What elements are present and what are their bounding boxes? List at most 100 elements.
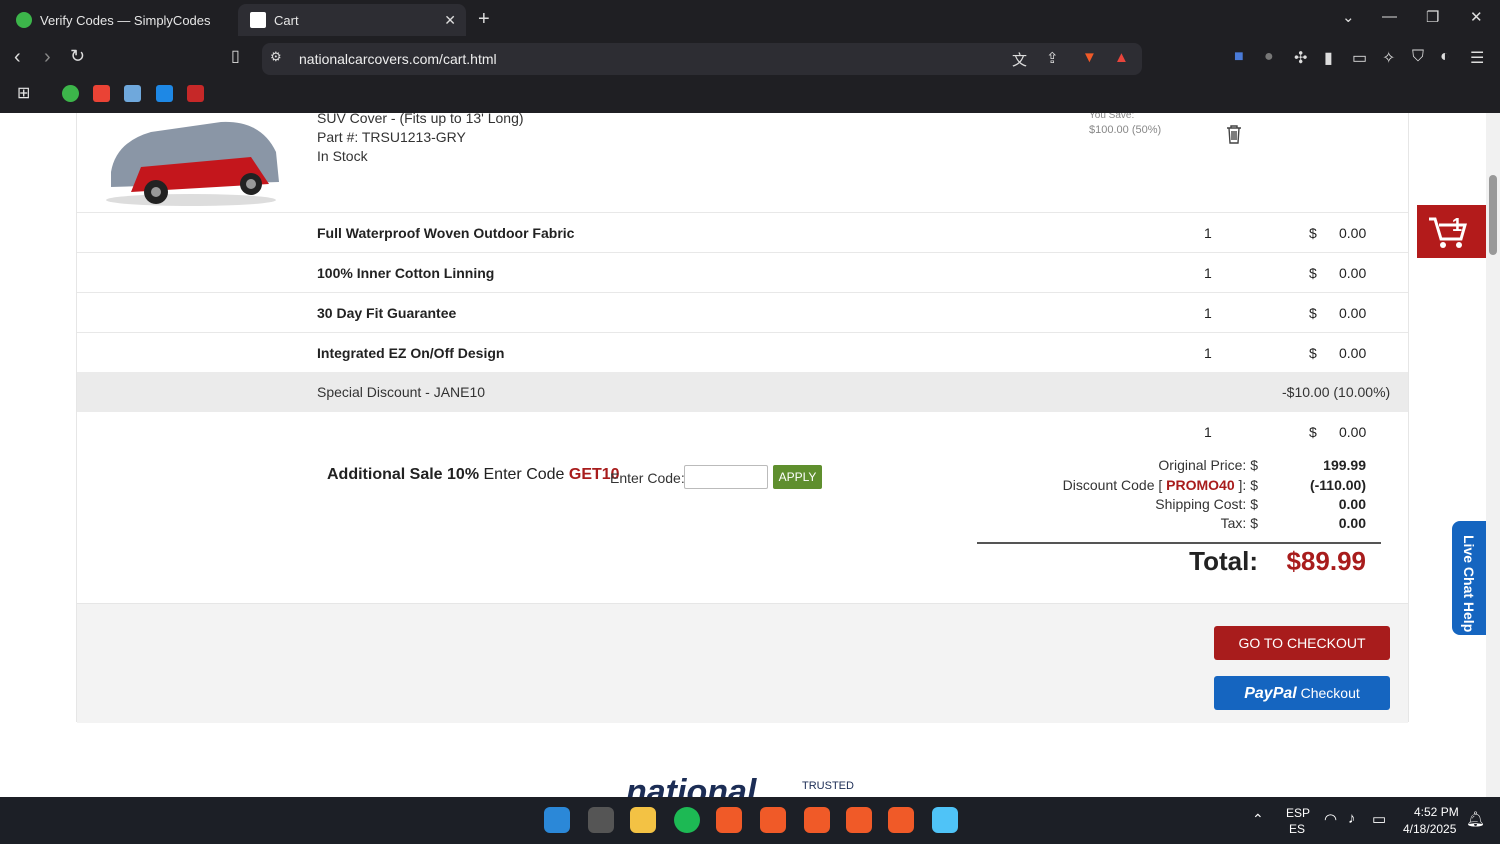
paypal-checkout-button[interactable]: PayPal Checkout <box>1214 676 1390 710</box>
shipping-value: 0.00 <box>1338 496 1366 512</box>
apps-grid-icon[interactable]: ⊞ <box>17 83 30 103</box>
task-view-icon[interactable] <box>588 807 614 833</box>
car-cover-product-image <box>106 121 279 206</box>
feature-row: Full Waterproof Woven Outdoor Fabric 1 $… <box>77 212 1408 252</box>
brave-profile-icon[interactable] <box>888 807 914 833</box>
feature-qty: 1 <box>1204 265 1212 281</box>
wallet-icon[interactable]: ▭ <box>1352 48 1367 68</box>
input-language-2[interactable]: ES <box>1289 822 1305 836</box>
you-save-value: $100.00 (50%) <box>1089 124 1162 136</box>
discount-pre: Discount Code [ <box>1062 477 1163 493</box>
notepad-icon[interactable] <box>932 807 958 833</box>
discount-code: PROMO40 <box>1166 477 1235 493</box>
promo-mid: Enter Code <box>483 466 565 483</box>
address-bar[interactable]: ⚙ nationalcarcovers.com/cart.html 文 ⇪ ▼ … <box>262 43 1142 75</box>
floating-cart-button[interactable]: 1 <box>1417 205 1486 258</box>
start-icon[interactable] <box>544 807 570 833</box>
total-value: $89.99 <box>1286 546 1366 576</box>
feature-currency: $ <box>1309 225 1317 241</box>
site-info-icon[interactable]: ⚙ <box>270 49 282 65</box>
apply-button[interactable]: APPLY <box>773 465 822 489</box>
stock-status: In Stock <box>317 148 368 164</box>
restore-icon[interactable]: ❐ <box>1426 8 1439 26</box>
page-content: SUV Cover - (Fits up to 13' Long) Part #… <box>0 113 1486 797</box>
volume-icon[interactable]: ♪ <box>1348 810 1356 827</box>
bookmark-simplycodes-icon[interactable] <box>62 85 79 102</box>
close-tab-icon[interactable]: ✕ <box>444 12 456 29</box>
footer-logo-trusted: TRUSTED <box>802 780 854 792</box>
feature-price: 0.00 <box>1339 305 1367 321</box>
feature-price: 0.00 <box>1339 265 1367 281</box>
minimize-icon[interactable]: — <box>1382 8 1397 25</box>
translate-icon[interactable]: 文 <box>1012 49 1027 70</box>
enter-code-label: Enter Code: <box>610 470 685 486</box>
clock-time[interactable]: 4:52 PM <box>1414 805 1459 819</box>
clock-date[interactable]: 4/18/2025 <box>1403 822 1456 836</box>
item-qty: 1 <box>1204 424 1212 440</box>
go-to-checkout-button[interactable]: GO TO CHECKOUT <box>1214 626 1390 660</box>
bookmark-r-icon[interactable] <box>187 85 204 102</box>
menu-icon[interactable]: ☰ <box>1470 48 1484 68</box>
original-price-label: Original Price: $ <box>1158 457 1258 473</box>
battery-icon[interactable]: ▭ <box>1372 810 1386 828</box>
discount-value: (-110.00) <box>1309 477 1366 493</box>
total-divider <box>977 542 1381 544</box>
trash-icon[interactable] <box>1225 124 1243 144</box>
footer-logo-national: national <box>626 773 757 797</box>
discount-code-label: Discount Code [ PROMO40 ]: $ <box>1063 477 1258 493</box>
brave-profile-icon[interactable] <box>760 807 786 833</box>
scrollbar-thumb[interactable] <box>1489 175 1497 255</box>
leo-ai-icon[interactable]: ✧ <box>1382 48 1395 68</box>
url-text[interactable]: nationalcarcovers.com/cart.html <box>299 51 497 67</box>
feature-row: 100% Inner Cotton Linning 1 $ 0.00 <box>77 252 1408 292</box>
discount-post: ]: $ <box>1238 477 1258 493</box>
feature-qty: 1 <box>1204 345 1212 361</box>
bookmark-zillow-icon[interactable] <box>156 85 173 102</box>
bookmark-icon[interactable]: ▯ <box>231 46 240 66</box>
live-chat-button[interactable]: Live Chat Help <box>1452 521 1486 635</box>
sidebar-icon[interactable]: ▮ <box>1324 48 1333 68</box>
vpn-icon[interactable]: ⛉ <box>1412 48 1424 66</box>
brave-rewards-icon[interactable]: ▲ <box>1114 49 1129 66</box>
forward-icon[interactable]: › <box>44 46 51 69</box>
bookmark-app-icon[interactable] <box>124 85 141 102</box>
file-explorer-icon[interactable] <box>630 807 656 833</box>
taskbar: ⌃ ESP ES ◠ ♪ ▭ 4:52 PM 4/18/2025 🔔︎ <box>0 797 1500 844</box>
feature-price: 0.00 <box>1339 225 1367 241</box>
reload-icon[interactable]: ↻ <box>70 46 85 67</box>
back-icon[interactable]: ‹ <box>14 46 21 69</box>
feature-price: 0.00 <box>1339 345 1367 361</box>
brave-profile-icon[interactable] <box>804 807 830 833</box>
tax-label: Tax: $ <box>1220 515 1258 531</box>
feature-currency: $ <box>1309 265 1317 281</box>
extension-icon[interactable]: ● <box>1264 48 1274 66</box>
extensions-puzzle-icon[interactable]: ✣ <box>1294 48 1307 68</box>
cart-panel: SUV Cover - (Fits up to 13' Long) Part #… <box>76 113 1409 723</box>
page-scrollbar[interactable] <box>1486 113 1500 797</box>
notifications-icon[interactable]: 🔔︎ <box>1466 810 1485 828</box>
new-tab-icon[interactable]: + <box>478 8 490 31</box>
brave-icon[interactable] <box>716 807 742 833</box>
tab-cart[interactable]: Cart ✕ <box>238 4 466 36</box>
input-language-1[interactable]: ESP <box>1286 806 1310 820</box>
product-name[interactable]: SUV Cover - (Fits up to 13' Long) <box>317 113 524 126</box>
feature-qty: 1 <box>1204 225 1212 241</box>
item-currency: $ <box>1309 424 1317 440</box>
close-window-icon[interactable]: ✕ <box>1470 8 1483 26</box>
brave-shields-icon[interactable]: ▼ <box>1082 49 1097 66</box>
spotify-icon[interactable] <box>674 807 700 833</box>
google-translate-icon[interactable]: ■ <box>1234 48 1244 66</box>
profile-icon[interactable]: ◐ <box>1440 48 1450 66</box>
tab-search-icon[interactable]: ⌄ <box>1342 8 1355 26</box>
share-icon[interactable]: ⇪ <box>1046 49 1059 67</box>
brave-profile-icon[interactable] <box>846 807 872 833</box>
promo-code-input[interactable] <box>684 465 768 489</box>
bookmark-gmail-icon[interactable] <box>93 85 110 102</box>
tray-overflow-icon[interactable]: ⌃ <box>1252 811 1264 828</box>
tab-simplycodes[interactable]: Verify Codes — SimplyCodes <box>4 4 234 36</box>
special-discount-value: -$10.00 (10.00%) <box>1282 384 1391 400</box>
feature-name: 30 Day Fit Guarantee <box>317 305 457 321</box>
you-save-label: You Save: <box>1089 113 1135 121</box>
wifi-icon[interactable]: ◠ <box>1324 810 1337 828</box>
feature-name: Full Waterproof Woven Outdoor Fabric <box>317 225 575 241</box>
